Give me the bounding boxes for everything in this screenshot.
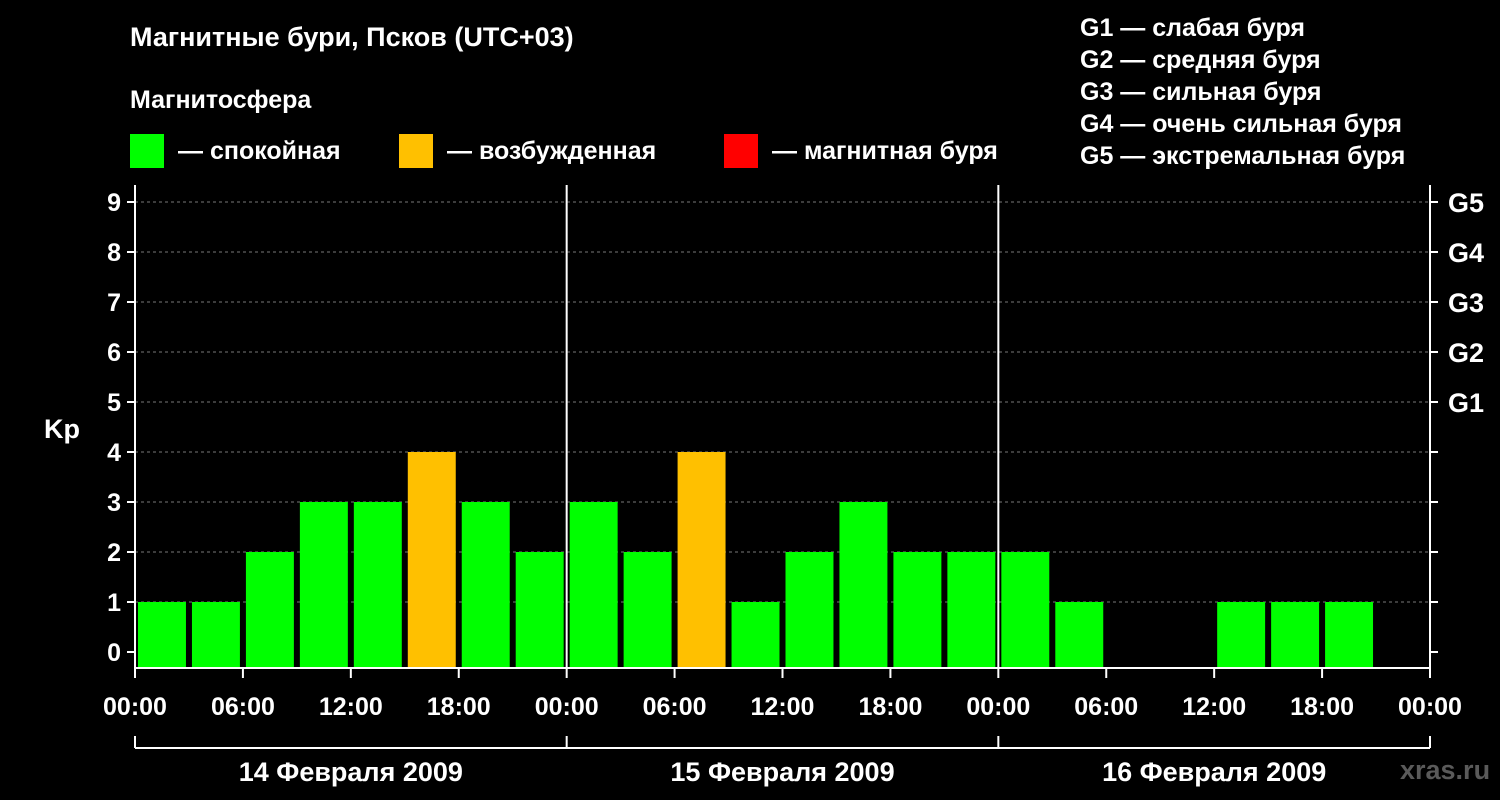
kp-bar xyxy=(407,452,456,668)
x-tick-label: 18:00 xyxy=(858,693,922,721)
kp-bar xyxy=(1001,552,1050,668)
x-tick-label: 12:00 xyxy=(751,693,815,721)
y-tick-label: 9 xyxy=(107,189,121,217)
kp-bar xyxy=(677,452,726,668)
kp-bar xyxy=(461,502,510,668)
x-tick-label: 00:00 xyxy=(103,693,167,721)
g-scale-label: G4 xyxy=(1448,238,1484,268)
y-tick-label: 2 xyxy=(107,539,121,567)
g-scale-label: G2 xyxy=(1448,338,1484,368)
x-tick-label: 06:00 xyxy=(1074,693,1138,721)
x-tick-label: 00:00 xyxy=(966,693,1030,721)
x-tick-label: 12:00 xyxy=(1182,693,1246,721)
kp-bar xyxy=(299,502,348,668)
kp-bar xyxy=(1271,602,1320,668)
x-tick-label: 00:00 xyxy=(535,693,599,721)
g-scale-label: G1 xyxy=(1448,388,1484,418)
y-axis-label: Kp xyxy=(44,414,80,444)
y-tick-label: 8 xyxy=(107,239,121,267)
kp-bar xyxy=(138,602,186,668)
kp-bar-chart: 0 1 2 3 4 5 6 7 8 9 G1 G2 G3 G4 G5 Kp 00:00 06:00 12:00 18:… xyxy=(44,185,1484,787)
kp-bar xyxy=(245,552,294,668)
kp-bar xyxy=(1055,602,1104,668)
day-label: 16 Февраля 2009 xyxy=(1102,757,1326,787)
kp-bar xyxy=(353,502,402,668)
y-tick-label: 4 xyxy=(107,439,121,467)
x-tick-label: 12:00 xyxy=(319,693,383,721)
y-tick-label: 0 xyxy=(107,639,121,667)
kp-bar xyxy=(893,552,942,668)
x-tick-label: 00:00 xyxy=(1398,693,1462,721)
kp-bar xyxy=(947,552,996,668)
y-tick-label: 1 xyxy=(107,589,121,617)
x-tick-label: 06:00 xyxy=(211,693,275,721)
y-tick-label: 7 xyxy=(107,289,121,317)
kp-bar xyxy=(623,552,672,668)
kp-bar xyxy=(731,602,780,668)
y-tick-label: 6 xyxy=(107,339,121,367)
g-scale-label: G5 xyxy=(1448,188,1484,218)
g-scale-label: G3 xyxy=(1448,288,1484,318)
kp-bar xyxy=(785,552,834,668)
kp-bar xyxy=(1325,602,1374,668)
y-tick-label: 5 xyxy=(107,389,121,417)
kp-bar xyxy=(191,602,240,668)
x-tick-label: 06:00 xyxy=(643,693,707,721)
day-label: 15 Февраля 2009 xyxy=(670,757,894,787)
x-tick-label: 18:00 xyxy=(427,693,491,721)
kp-bar xyxy=(839,502,888,668)
kp-bar xyxy=(515,552,564,668)
watermark: xras.ru xyxy=(1400,755,1491,785)
x-tick-label: 18:00 xyxy=(1290,693,1354,721)
kp-bar xyxy=(1217,602,1266,668)
kp-bar xyxy=(569,502,618,668)
day-label: 14 Февраля 2009 xyxy=(239,757,463,787)
y-tick-label: 3 xyxy=(107,489,121,517)
